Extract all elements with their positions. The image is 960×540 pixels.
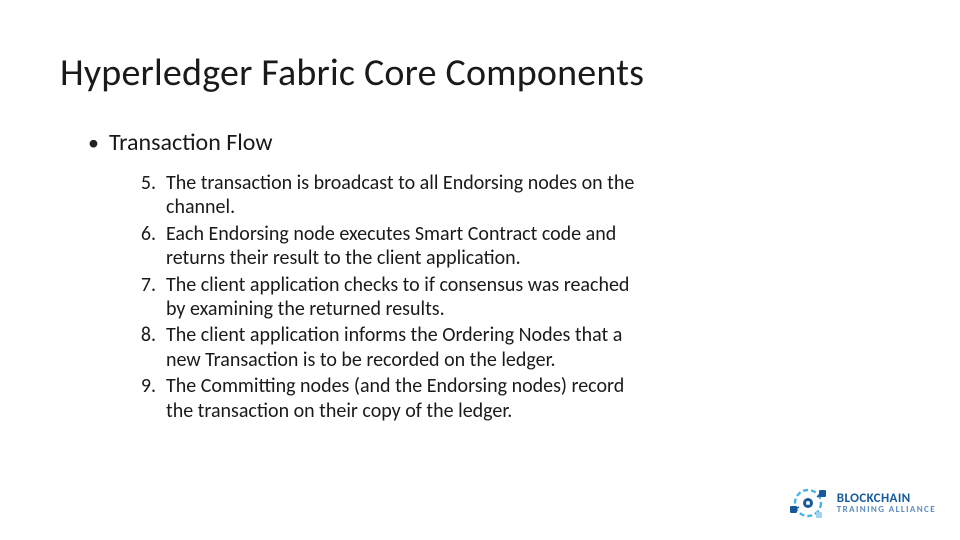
bullet-line: • Transaction Flow (88, 128, 900, 157)
slide-content: Hyperledger Fabric Core Components • Tra… (0, 0, 960, 423)
logo-line2: TRAINING ALLIANCE (837, 505, 936, 514)
logo-text: BLOCKCHAIN TRAINING ALLIANCE (837, 492, 936, 514)
item-number: 9. (134, 374, 166, 423)
bullet-dot-icon: • (88, 132, 99, 154)
item-text: The Committing nodes (and the Endorsing … (166, 374, 648, 423)
bullet-text: Transaction Flow (109, 128, 273, 157)
item-number: 8. (134, 323, 166, 372)
item-text: The transaction is broadcast to all Endo… (166, 171, 648, 220)
blockchain-icon (787, 482, 829, 524)
list-item: 7. The client application checks to if c… (134, 273, 648, 322)
brand-logo: BLOCKCHAIN TRAINING ALLIANCE (787, 482, 936, 524)
list-item: 6. Each Endorsing node executes Smart Co… (134, 222, 648, 271)
slide-title: Hyperledger Fabric Core Components (60, 50, 900, 96)
item-number: 7. (134, 273, 166, 322)
bullet-section: • Transaction Flow 5. The transaction is… (60, 128, 900, 423)
item-number: 6. (134, 222, 166, 271)
item-text: Each Endorsing node executes Smart Contr… (166, 222, 648, 271)
list-item: 8. The client application informs the Or… (134, 323, 648, 372)
list-item: 5. The transaction is broadcast to all E… (134, 171, 648, 220)
item-text: The client application checks to if cons… (166, 273, 648, 322)
numbered-list: 5. The transaction is broadcast to all E… (88, 171, 648, 423)
item-text: The client application informs the Order… (166, 323, 648, 372)
logo-line1: BLOCKCHAIN (837, 492, 936, 505)
item-number: 5. (134, 171, 166, 220)
list-item: 9. The Committing nodes (and the Endorsi… (134, 374, 648, 423)
